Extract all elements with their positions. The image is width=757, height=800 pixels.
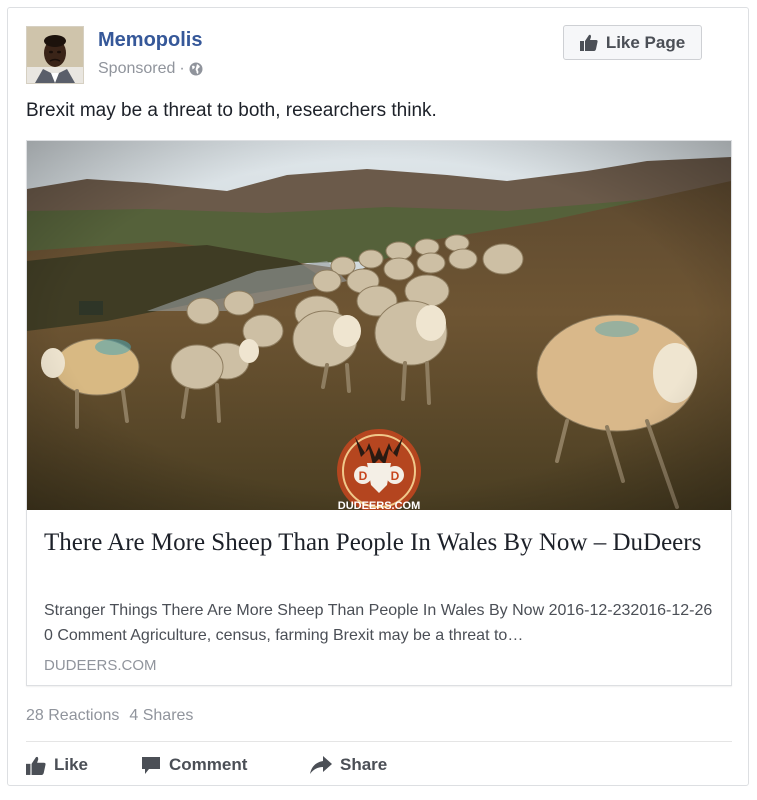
link-description: Stranger Things There Are More Sheep Tha… bbox=[44, 602, 713, 644]
sponsored-meta: Sponsored · bbox=[98, 60, 203, 78]
post-text: Brexit may be a threat to both, research… bbox=[26, 100, 437, 121]
shares-count[interactable]: 4 Shares bbox=[129, 707, 193, 725]
like-label: Like bbox=[54, 755, 89, 774]
like-page-button[interactable]: Like Page bbox=[563, 25, 702, 60]
share-button[interactable]: Share bbox=[310, 750, 387, 780]
link-preview-image[interactable]: D D DUDEERS.COM bbox=[27, 141, 731, 510]
page-avatar[interactable] bbox=[26, 26, 84, 84]
post-actions: Like Comment Share bbox=[26, 750, 732, 780]
like-page-label: Like Page bbox=[605, 32, 686, 52]
link-domain: DUDEERS.COM bbox=[44, 657, 157, 674]
share-arrow-icon bbox=[310, 756, 332, 774]
watermark-letter-right: D bbox=[391, 469, 400, 483]
divider bbox=[26, 741, 732, 742]
like-button[interactable]: Like bbox=[26, 750, 88, 780]
thumbs-up-icon bbox=[579, 34, 598, 51]
watermark-text: DUDEERS.COM bbox=[338, 500, 421, 510]
comment-label: Comment bbox=[169, 755, 248, 774]
sponsored-label[interactable]: Sponsored bbox=[98, 60, 175, 78]
engagement-stats: 28 Reactions 4 Shares bbox=[26, 707, 193, 725]
link-preview[interactable]: D D DUDEERS.COM There Are More Sheep Tha… bbox=[26, 140, 732, 686]
share-label: Share bbox=[340, 755, 388, 774]
thumbs-up-icon bbox=[26, 756, 46, 775]
watermark-letter-left: D bbox=[359, 469, 368, 483]
page-name-link[interactable]: Memopolis bbox=[98, 29, 202, 52]
globe-icon[interactable] bbox=[189, 62, 203, 76]
reactions-count[interactable]: 28 Reactions bbox=[26, 707, 119, 725]
link-title[interactable]: There Are More Sheep Than People In Wale… bbox=[44, 526, 714, 559]
meta-separator: · bbox=[179, 60, 185, 77]
comment-icon bbox=[141, 756, 161, 775]
comment-button[interactable]: Comment bbox=[141, 750, 247, 780]
sponsored-post-card: Memopolis Sponsored · Like Page Brexit m… bbox=[7, 7, 749, 786]
